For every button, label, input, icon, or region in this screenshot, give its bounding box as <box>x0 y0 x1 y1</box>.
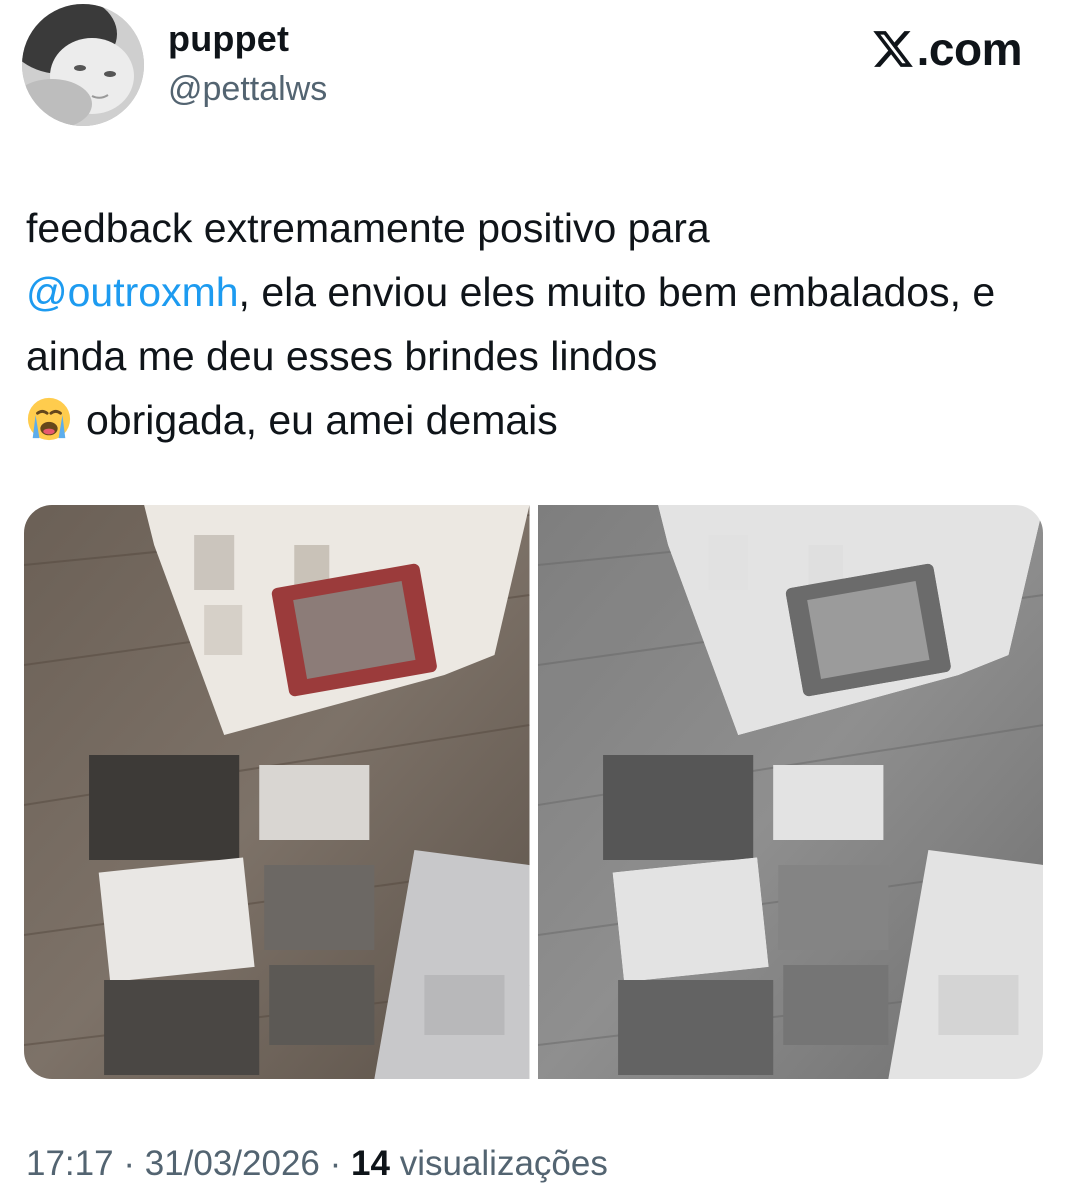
tweet-text-line1: feedback extremamente positivo para <box>26 205 710 251</box>
avatar[interactable] <box>22 4 144 126</box>
tweet-text: feedback extremamente positivo para @out… <box>26 196 1036 452</box>
brand-label: .com <box>916 23 1023 75</box>
tweet-metadata: 17:17 · 31/03/2026 · 14 visualizações <box>26 1144 608 1184</box>
brand-watermark: .com <box>871 22 1023 76</box>
tweet-text-end: obrigada, eu amei demais <box>86 397 558 443</box>
tweet-time[interactable]: 17:17 <box>26 1144 114 1183</box>
mention-link[interactable]: @outroxmh <box>26 269 239 315</box>
user-handle[interactable]: @pettalws <box>168 70 327 109</box>
views-label: visualizações <box>399 1144 608 1183</box>
display-name[interactable]: puppet <box>168 18 289 60</box>
photo-color[interactable] <box>24 505 530 1079</box>
photo-grayscale[interactable] <box>537 505 1043 1079</box>
avatar-image <box>22 4 144 126</box>
separator: · <box>123 1144 135 1183</box>
crying-face-emoji-icon <box>26 396 72 442</box>
tweet-date[interactable]: 31/03/2026 <box>145 1144 320 1183</box>
separator: · <box>329 1144 342 1183</box>
views-count: 14 <box>351 1144 390 1183</box>
media-grid <box>24 505 1043 1079</box>
x-logo-icon <box>872 31 913 67</box>
